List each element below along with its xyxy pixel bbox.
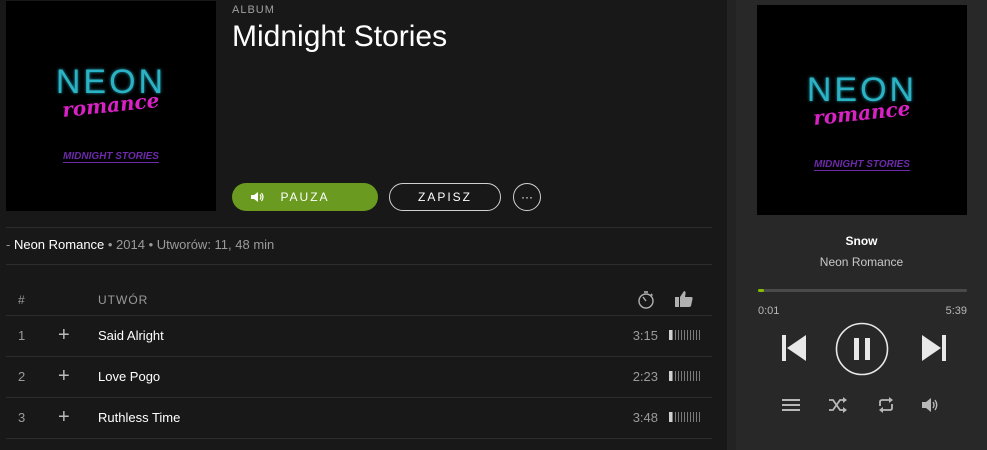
shuffle-icon[interactable] [829, 397, 847, 413]
album-type-label: ALBUM [232, 4, 275, 16]
album-meta: - Neon Romance • 2014 • Utworów: 11, 48 … [6, 237, 274, 252]
cover-subtitle-text: MIDNIGHT STORIES [63, 151, 159, 163]
more-options-button[interactable]: ··· [513, 183, 541, 211]
track-duration: 3:15 [632, 328, 658, 343]
now-playing-panel: NEON romance MIDNIGHT STORIES Snow Neon … [736, 0, 987, 450]
now-playing-title[interactable]: Snow [736, 234, 987, 248]
track-name[interactable]: Love Pogo [98, 369, 160, 384]
meta-prefix: - [6, 237, 14, 252]
track-duration: 2:23 [632, 369, 658, 384]
speaker-icon [251, 192, 264, 202]
column-header-track[interactable]: UTWÓR [98, 293, 148, 307]
skip-next-icon[interactable] [920, 333, 948, 363]
plus-icon[interactable]: + [58, 324, 74, 346]
thumbs-up-icon[interactable] [674, 290, 694, 308]
elapsed-time: 0:01 [758, 305, 780, 317]
pause-button[interactable] [835, 322, 889, 376]
album-cover[interactable]: NEON romance MIDNIGHT STORIES [6, 1, 216, 211]
divider [6, 264, 712, 265]
track-number: 3 [18, 410, 26, 425]
popularity-bar [669, 330, 701, 340]
save-button[interactable]: ZAPISZ [389, 183, 501, 211]
divider [6, 227, 712, 228]
track-name[interactable]: Ruthless Time [98, 410, 180, 425]
table-row[interactable]: 2 + Love Pogo 2:23 [6, 357, 712, 398]
cover-subtitle-text: MIDNIGHT STORIES [814, 159, 910, 171]
volume-icon[interactable] [922, 397, 940, 413]
pause-button-label: PAUZA [280, 190, 330, 204]
album-title: Midnight Stories [232, 20, 448, 53]
track-number: 2 [18, 369, 26, 384]
pause-icon [854, 338, 870, 360]
total-time: 5:39 [945, 305, 967, 317]
meta-details: • 2014 • Utworów: 11, 48 min [104, 237, 275, 252]
more-icon: ··· [521, 190, 533, 204]
plus-icon[interactable]: + [58, 406, 74, 428]
table-row[interactable]: 1 + Said Alright 3:15 [6, 316, 712, 357]
save-button-label: ZAPISZ [417, 190, 472, 204]
skip-previous-icon[interactable] [780, 333, 808, 363]
now-playing-cover[interactable]: NEON romance MIDNIGHT STORIES [757, 5, 967, 215]
stopwatch-icon[interactable] [637, 290, 655, 310]
artist-link[interactable]: Neon Romance [14, 237, 104, 252]
track-duration: 3:48 [632, 410, 658, 425]
popularity-bar [669, 412, 701, 422]
queue-icon[interactable] [782, 397, 800, 413]
album-view: NEON romance MIDNIGHT STORIES ALBUM Midn… [0, 0, 727, 450]
column-header-number: # [18, 293, 26, 307]
pause-button[interactable]: PAUZA [232, 183, 378, 211]
track-number: 1 [18, 328, 26, 343]
track-name[interactable]: Said Alright [98, 328, 164, 343]
table-row[interactable]: 3 + Ruthless Time 3:48 [6, 398, 712, 439]
progress-fill [758, 289, 765, 292]
panel-divider[interactable] [727, 0, 736, 450]
now-playing-artist[interactable]: Neon Romance [736, 255, 987, 269]
progress-bar[interactable] [758, 289, 967, 292]
popularity-bar [669, 371, 701, 381]
repeat-icon[interactable] [877, 396, 895, 414]
plus-icon[interactable]: + [58, 365, 74, 387]
